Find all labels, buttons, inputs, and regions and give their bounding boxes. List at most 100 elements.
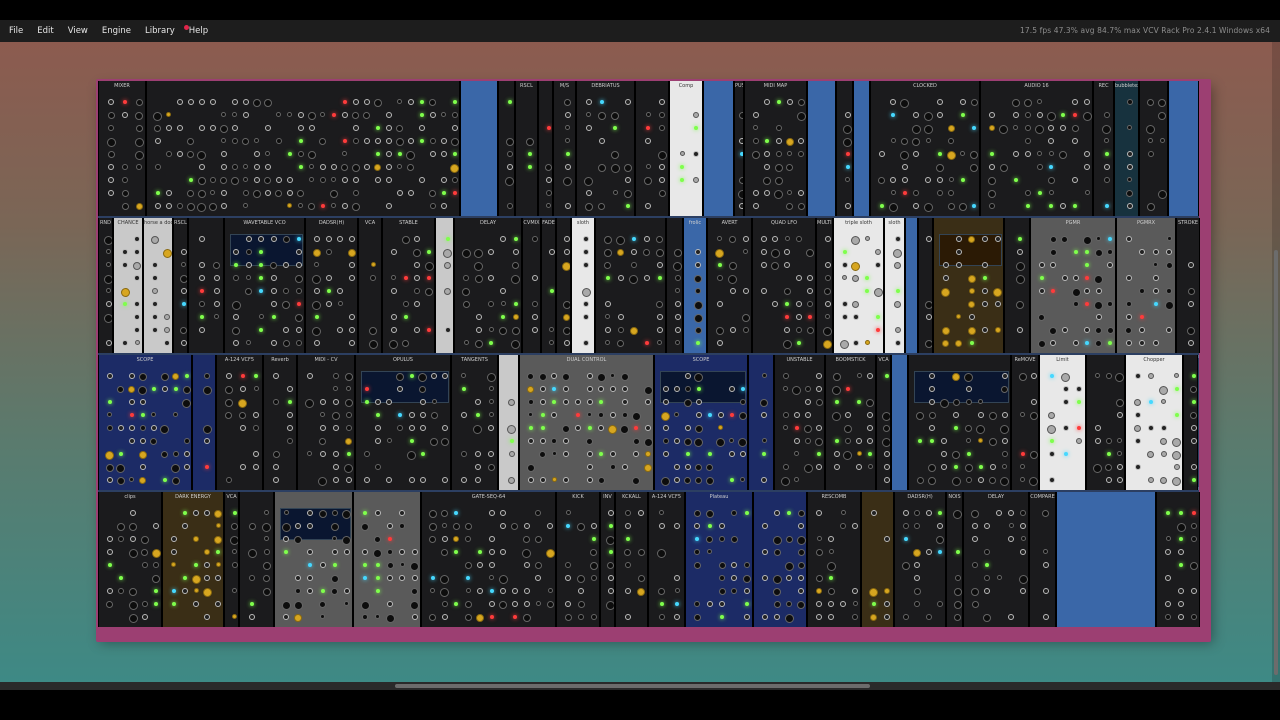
jack-port[interactable] [215, 601, 222, 607]
knob[interactable] [171, 464, 180, 473]
jack-port[interactable] [884, 536, 891, 542]
knob[interactable] [551, 438, 558, 444]
jack-port[interactable] [784, 262, 790, 268]
jack-port[interactable] [523, 588, 530, 594]
knob[interactable] [104, 236, 112, 245]
knob[interactable] [783, 288, 791, 295]
jack-port[interactable] [307, 549, 314, 555]
knob[interactable] [331, 177, 336, 182]
module[interactable]: COMPARE [1029, 492, 1056, 627]
knob[interactable] [488, 327, 494, 332]
knob[interactable] [369, 327, 377, 335]
knob[interactable] [643, 438, 653, 447]
jack-port[interactable] [152, 262, 158, 268]
jack-port[interactable] [170, 536, 177, 542]
jack-port[interactable] [198, 164, 205, 170]
knob[interactable] [214, 510, 223, 518]
knob[interactable] [545, 549, 555, 558]
jack-port[interactable] [674, 523, 681, 529]
knob[interactable] [984, 549, 990, 555]
module[interactable]: AUDIO 16 [980, 81, 1093, 216]
jack-port[interactable] [1042, 614, 1049, 620]
knob[interactable] [273, 399, 279, 405]
jack-port[interactable] [604, 327, 611, 333]
knob[interactable] [632, 438, 640, 445]
jack-port[interactable] [816, 373, 823, 379]
jack-port[interactable] [585, 125, 592, 131]
knob[interactable] [508, 399, 515, 406]
jack-port[interactable] [551, 412, 558, 418]
jack-port[interactable] [913, 151, 920, 157]
jack-port[interactable] [287, 425, 293, 431]
knob[interactable] [988, 203, 995, 209]
jack-port[interactable] [719, 523, 725, 529]
knob[interactable] [782, 373, 789, 379]
knob[interactable] [297, 190, 304, 197]
jack-port[interactable] [852, 340, 859, 346]
knob[interactable] [307, 151, 316, 159]
jack-port[interactable] [674, 327, 681, 333]
knob[interactable] [794, 451, 800, 456]
knob[interactable] [707, 549, 713, 554]
knob[interactable] [410, 562, 420, 571]
knob[interactable] [370, 275, 376, 281]
jack-port[interactable] [988, 164, 995, 170]
jack-port[interactable] [1126, 203, 1133, 209]
module[interactable]: INV [600, 492, 615, 627]
knob[interactable] [307, 112, 316, 120]
jack-port[interactable] [585, 99, 592, 105]
knob[interactable] [545, 190, 552, 196]
knob[interactable] [386, 438, 392, 443]
knob[interactable] [852, 275, 860, 282]
knob[interactable] [1172, 477, 1181, 486]
jack-port[interactable] [624, 588, 631, 594]
jack-port[interactable] [245, 262, 252, 268]
knob[interactable] [547, 588, 553, 593]
jack-port[interactable] [716, 340, 723, 346]
knob[interactable] [914, 510, 921, 516]
knob[interactable] [796, 112, 806, 121]
knob[interactable] [344, 601, 350, 606]
knob[interactable] [913, 549, 922, 557]
knob[interactable] [805, 438, 812, 444]
jack-port[interactable] [728, 386, 735, 392]
knob[interactable] [281, 523, 291, 532]
knob[interactable] [319, 138, 326, 145]
jack-port[interactable] [176, 99, 183, 105]
jack-port[interactable] [414, 275, 421, 281]
jack-port[interactable] [275, 177, 282, 183]
jack-port[interactable] [762, 614, 768, 620]
knob[interactable] [243, 177, 248, 182]
jack-port[interactable] [180, 288, 187, 294]
knob[interactable] [741, 314, 750, 322]
knob[interactable] [786, 164, 794, 171]
knob[interactable] [564, 614, 572, 621]
jack-port[interactable] [563, 386, 570, 392]
jack-port[interactable] [981, 236, 988, 242]
module[interactable] [1139, 81, 1168, 216]
knob[interactable] [424, 262, 434, 271]
knob[interactable] [282, 301, 291, 309]
jack-port[interactable] [1178, 588, 1184, 594]
knob[interactable] [774, 164, 783, 172]
jack-port[interactable] [1188, 340, 1194, 346]
jack-port[interactable] [390, 288, 397, 294]
jack-port[interactable] [674, 314, 681, 320]
knob[interactable] [231, 138, 238, 144]
jack-port[interactable] [844, 203, 851, 209]
jack-port[interactable] [977, 412, 984, 418]
knob[interactable] [912, 138, 921, 146]
knob[interactable] [893, 249, 902, 258]
jack-port[interactable] [1008, 614, 1014, 620]
knob[interactable] [293, 601, 303, 610]
jack-port[interactable] [1008, 536, 1014, 542]
knob[interactable] [617, 340, 624, 347]
jack-port[interactable] [531, 314, 538, 320]
knob[interactable] [771, 262, 780, 270]
knob[interactable] [232, 614, 237, 619]
knob[interactable] [523, 536, 531, 543]
knob[interactable] [693, 562, 701, 569]
jack-port[interactable] [914, 562, 921, 568]
jack-port[interactable] [798, 190, 805, 196]
jack-port[interactable] [764, 99, 771, 105]
